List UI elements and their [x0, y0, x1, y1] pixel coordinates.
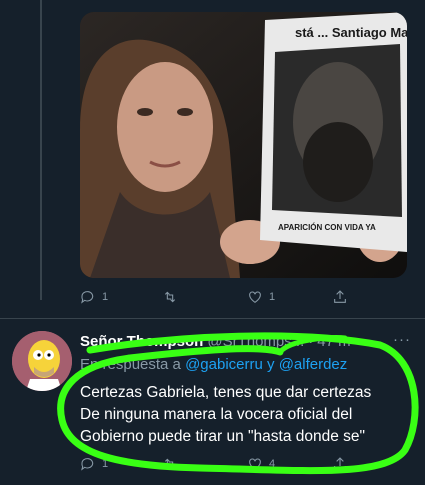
tweet-text-line: Gobierno puede tirar un "hasta donde se" — [80, 428, 366, 445]
retweet-icon — [164, 291, 176, 303]
tweet-text-line: De ninguna manera la vocera oficial del — [80, 406, 353, 423]
mention-gabicerru[interactable]: @gabicerru — [185, 356, 263, 373]
reply-icon — [81, 458, 94, 471]
avatar-illustration — [12, 331, 72, 391]
reply-count: 1 — [102, 458, 109, 470]
reply-joiner: y — [267, 356, 275, 373]
tweet-text: Certezas Gabriela, tenes que dar certeza… — [80, 382, 415, 448]
author-handle[interactable]: @SrThomps... — [207, 333, 304, 350]
avatar[interactable] — [12, 331, 72, 391]
share-icon — [334, 457, 346, 470]
mention-alferdez[interactable]: @alferdez — [279, 356, 348, 373]
like-count: 4 — [269, 458, 276, 470]
share-button[interactable] — [332, 289, 348, 305]
reply-header: Señor Thompson @SrThomps... · 47 m ··· — [80, 331, 411, 351]
share-button[interactable] — [332, 456, 348, 472]
author-name[interactable]: Señor Thompson — [80, 333, 203, 350]
dot-separator: · — [308, 332, 314, 350]
thread-line — [40, 0, 42, 300]
photo-illustration: stá ... Santiago Maldonado? APARICIÓN CO… — [80, 12, 407, 278]
reply-prefix: En respuesta a — [80, 356, 181, 373]
reply-icon — [81, 291, 94, 304]
reply-button[interactable]: 1 — [80, 289, 108, 305]
timestamp[interactable]: 47 m — [317, 333, 350, 350]
sign-footer-text: APARICIÓN CON VIDA YA — [278, 223, 376, 232]
reply-button[interactable]: 1 — [80, 456, 108, 472]
tweet-photo[interactable]: stá ... Santiago Maldonado? APARICIÓN CO… — [80, 12, 407, 278]
tweet-text-line: Certezas Gabriela, tenes que dar certeza… — [80, 384, 372, 401]
like-icon — [249, 458, 261, 470]
retweet-button[interactable] — [162, 456, 184, 472]
like-button[interactable]: 1 — [247, 289, 275, 305]
like-icon — [249, 291, 261, 303]
reply-context: En respuesta a @gabicerru y @alferdez — [80, 356, 347, 373]
sign-header-text: stá ... Santiago Maldonado? — [295, 25, 407, 40]
like-count: 1 — [269, 291, 276, 303]
reply-count: 1 — [102, 291, 109, 303]
like-button[interactable]: 4 — [247, 456, 275, 472]
tweet-divider — [0, 318, 425, 319]
retweet-icon — [164, 458, 176, 470]
share-icon — [334, 290, 346, 303]
retweet-button[interactable] — [162, 289, 184, 305]
more-icon[interactable]: ··· — [393, 331, 411, 348]
